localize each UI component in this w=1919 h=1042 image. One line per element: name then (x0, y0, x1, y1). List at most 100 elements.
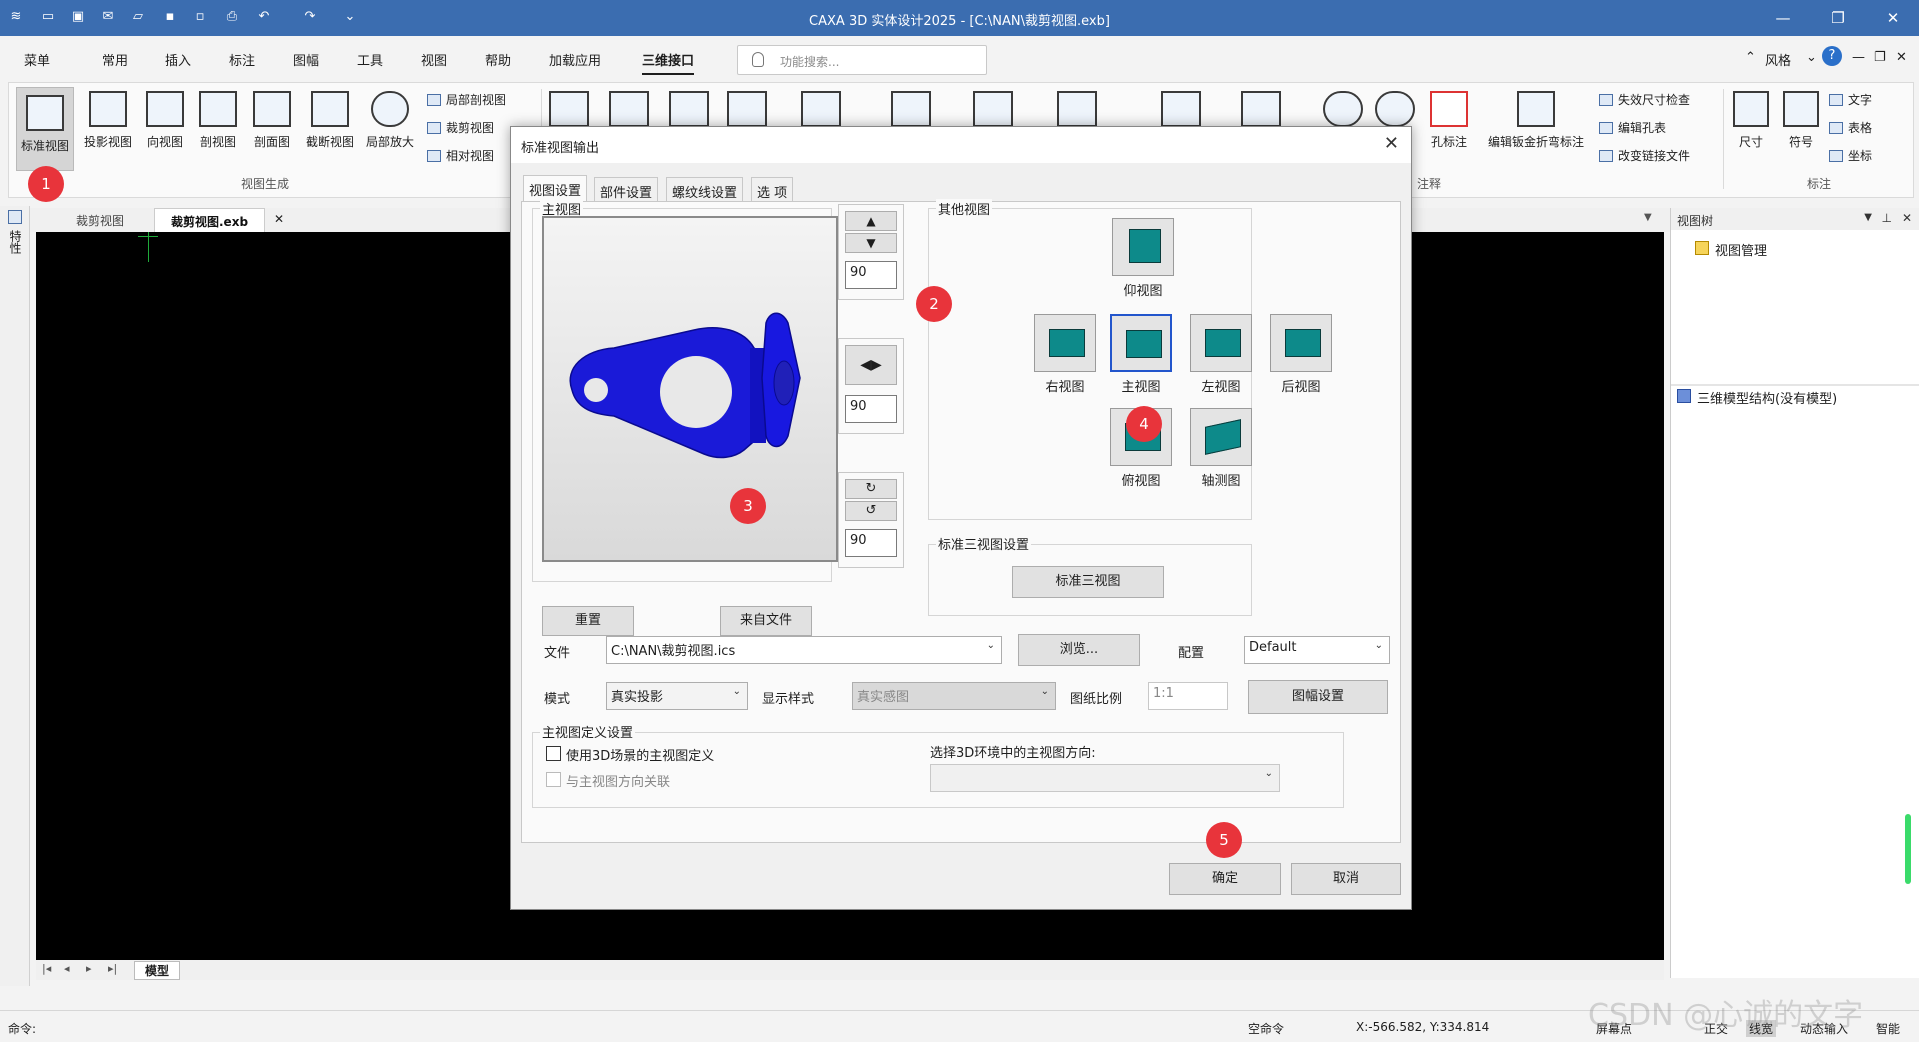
next-tab-icon[interactable]: ▸ (86, 962, 92, 975)
bottom-view-button[interactable] (1112, 218, 1174, 276)
close-window-icon[interactable]: ✕ (1870, 0, 1916, 36)
break-view-button[interactable]: 截断视图 (301, 87, 359, 171)
function-search-input[interactable]: 功能搜索... (737, 45, 987, 75)
edit-view-icon[interactable] (891, 91, 931, 127)
tab-thread-settings[interactable]: 螺纹线设置 (666, 177, 744, 201)
menu-annotate[interactable]: 标注 (229, 50, 255, 69)
help-icon[interactable]: ? (1822, 46, 1842, 66)
dimension-button[interactable]: 尺寸 (1727, 87, 1775, 171)
standard-three-view-button[interactable]: 标准三视图 (1012, 566, 1164, 598)
rotate-up-button[interactable]: ▲ (845, 211, 897, 231)
last-tab-icon[interactable]: ▸| (108, 962, 117, 975)
doc-tab-crop-view-exb[interactable]: 裁剪视图.exb (154, 208, 266, 232)
menu-main[interactable]: 菜单 (24, 50, 50, 69)
menu-sheet[interactable]: 图幅 (293, 50, 319, 69)
projection-view-button[interactable]: 投影视图 (79, 87, 137, 171)
3d-block-icon[interactable] (669, 91, 709, 127)
cancel-button[interactable]: 取消 (1291, 863, 1401, 895)
menu-addons[interactable]: 加载应用 (549, 50, 601, 69)
spin-angle-input[interactable]: 90 (845, 529, 897, 557)
tab-list-dropdown-icon[interactable]: ▼ (1644, 212, 1652, 223)
from-file-button[interactable]: 来自文件 (720, 606, 812, 636)
horizontal-angle-input[interactable]: 90 (845, 395, 897, 423)
menu-tools[interactable]: 工具 (357, 50, 383, 69)
symbol-button[interactable]: 符号 (1777, 87, 1825, 171)
mode-select[interactable]: 真实投影 ⌄ (606, 682, 748, 710)
detail-view-button[interactable]: 局部放大 (361, 87, 419, 171)
sheetmetal-bend-button[interactable]: 编辑钣金折弯标注 (1481, 87, 1591, 171)
cross-section-button[interactable]: 剖面图 (243, 87, 301, 171)
balloon-hand-icon[interactable] (1375, 91, 1415, 127)
table-icon[interactable] (1161, 91, 1201, 127)
smart-toggle[interactable]: 智能 (1876, 1020, 1900, 1037)
dialog-close-icon[interactable]: ✕ (1384, 133, 1399, 154)
browse-button[interactable]: 浏览... (1018, 634, 1140, 666)
hole-annotation-button[interactable]: 孔标注 (1419, 87, 1479, 171)
mdi-close-icon[interactable]: ✕ (1896, 50, 1907, 65)
center-mark-icon[interactable] (609, 91, 649, 127)
coordinate-button[interactable]: 坐标 (1829, 147, 1872, 164)
rotate-down-button[interactable]: ▼ (845, 233, 897, 253)
panel-close-icon[interactable]: ✕ (1902, 211, 1912, 225)
doc-tab-crop-view[interactable]: 裁剪视图 (60, 208, 140, 232)
table-button[interactable]: 表格 (1829, 119, 1872, 136)
lightning-doc-icon[interactable] (549, 91, 589, 127)
file-path-select[interactable]: C:\NAN\裁剪视图.ics ⌄ (606, 636, 1002, 664)
tab-options[interactable]: 选 项 (751, 177, 794, 201)
relative-view-button[interactable]: 相对视图 (427, 147, 494, 164)
minimize-icon[interactable]: — (1760, 0, 1806, 36)
mdi-minimize-icon[interactable]: — (1852, 50, 1865, 65)
frame-icon[interactable] (1057, 91, 1097, 127)
tree-node-view-management[interactable]: 视图管理 (1695, 240, 1767, 259)
lightning-table-icon[interactable] (1241, 91, 1281, 127)
crop-view-button[interactable]: 裁剪视图 (427, 119, 494, 136)
balloon-icon[interactable] (1323, 91, 1363, 127)
change-link-file-button[interactable]: 改变链接文件 (1599, 147, 1690, 164)
collapse-ribbon-icon[interactable]: ⌃ (1745, 50, 1756, 65)
reset-button[interactable]: 重置 (542, 606, 634, 636)
ok-button[interactable]: 确定 (1169, 863, 1281, 895)
properties-strip[interactable]: 特性 (0, 206, 30, 986)
style-dropdown-icon[interactable]: ⌄ (1806, 50, 1817, 65)
standard-view-button[interactable]: 标准视图 (16, 87, 74, 171)
front-view-button[interactable] (1110, 314, 1172, 372)
menu-common[interactable]: 常用 (102, 50, 128, 69)
hatch-icon[interactable] (973, 91, 1013, 127)
pin-icon[interactable]: ⊥ (1882, 211, 1892, 225)
frame-settings-button[interactable]: 图幅设置 (1248, 680, 1388, 714)
left-view-button[interactable] (1190, 314, 1252, 372)
direction-view-button[interactable]: 向视图 (136, 87, 194, 171)
invalid-dim-check-button[interactable]: 失效尺寸检查 (1599, 91, 1690, 108)
tree-node-3d-model[interactable]: 三维模型结构(没有模型) (1677, 388, 1837, 407)
config-select[interactable]: Default ⌄ (1244, 636, 1390, 664)
mdi-restore-icon[interactable]: ❐ (1874, 50, 1886, 65)
panel-dropdown-icon[interactable]: ▼ (1864, 212, 1872, 223)
dashed-frame-icon[interactable] (727, 91, 767, 127)
close-tab-icon[interactable]: ✕ (274, 212, 284, 226)
back-view-button[interactable] (1270, 314, 1332, 372)
tab-view-settings[interactable]: 视图设置 (523, 175, 588, 201)
partial-section-button[interactable]: 局部剖视图 (427, 91, 506, 108)
tab-part-settings[interactable]: 部件设置 (594, 177, 659, 201)
use-3d-scene-checkbox[interactable] (546, 746, 561, 761)
restore-icon[interactable]: ❐ (1815, 0, 1861, 36)
rotate-ccw-button[interactable]: ↺ (845, 501, 897, 521)
iso-view-button[interactable] (1190, 408, 1252, 466)
main-view-preview[interactable] (542, 216, 838, 562)
green-scroll-indicator[interactable] (1905, 814, 1911, 884)
right-view-button[interactable] (1034, 314, 1096, 372)
vertical-angle-input[interactable]: 90 (845, 261, 897, 289)
rotate-cw-button[interactable]: ↻ (845, 479, 897, 499)
grid-view-icon[interactable] (801, 91, 841, 127)
prev-tab-icon[interactable]: ◂ (64, 962, 70, 975)
text-button[interactable]: 文字 (1829, 91, 1872, 108)
menu-view[interactable]: 视图 (421, 50, 447, 69)
edit-hole-table-button[interactable]: 编辑孔表 (1599, 119, 1666, 136)
menu-help[interactable]: 帮助 (485, 50, 511, 69)
model-tab[interactable]: 模型 (134, 961, 181, 980)
first-tab-icon[interactable]: |◂ (42, 962, 51, 975)
menu-insert[interactable]: 插入 (165, 50, 191, 69)
style-menu[interactable]: 风格 (1765, 50, 1791, 69)
rotate-left-right-button[interactable]: ◀▶ (845, 345, 897, 385)
menu-3d-interface[interactable]: 三维接口 (642, 50, 695, 75)
